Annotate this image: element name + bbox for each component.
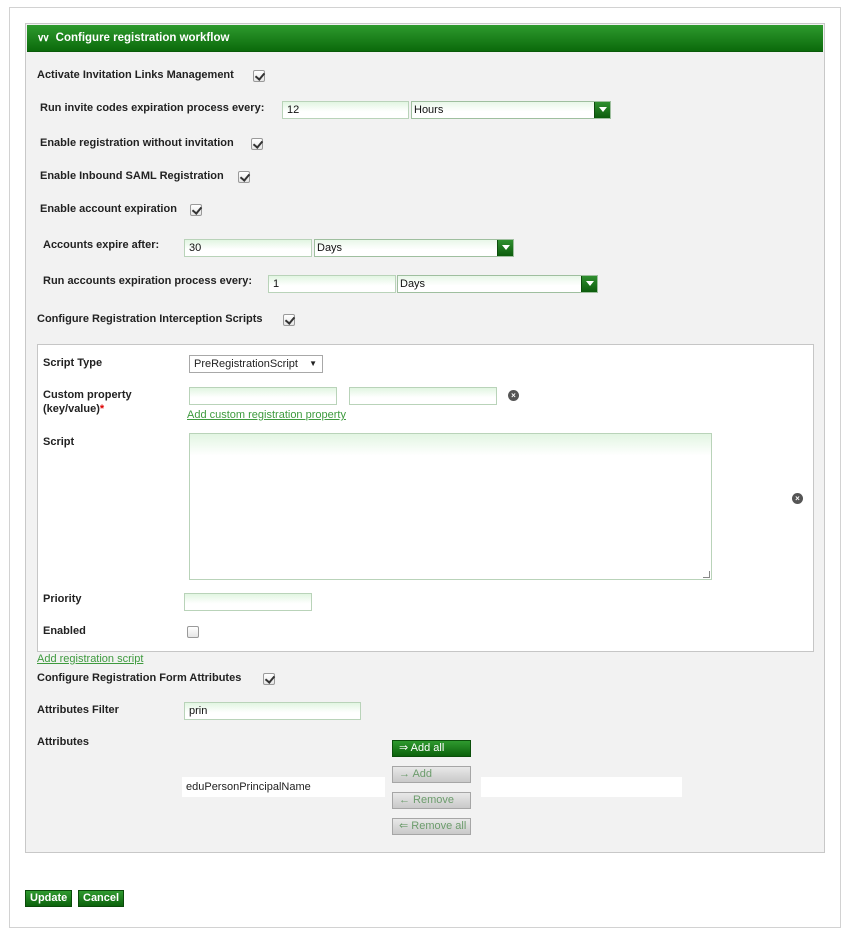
remove-property-icon[interactable]: × [508,390,519,401]
script-textarea[interactable] [189,433,712,580]
accounts-expire-unit-select[interactable]: Days [314,239,514,257]
attributes-filter-input[interactable] [184,702,361,720]
custom-property-label: Custom property [43,389,132,401]
custom-property-sub-text: (key/value) [43,403,100,415]
enabled-checkbox[interactable] [187,626,199,638]
panel-title: Configure registration workflow [55,32,230,44]
custom-property-key-input[interactable] [189,387,337,405]
remove-script-icon[interactable]: × [792,493,803,504]
selected-attributes-list[interactable] [481,777,682,797]
script-type-select[interactable]: PreRegistrationScript [189,355,323,373]
add-custom-property-link[interactable]: Add custom registration property [187,409,346,421]
account-expiration-label: Enable account expiration [40,203,177,215]
available-attributes-list[interactable]: eduPersonPrincipalName [182,777,385,797]
list-item[interactable]: eduPersonPrincipalName [186,781,311,793]
custom-property-value-input[interactable] [349,387,497,405]
inbound-saml-checkbox[interactable] [238,171,250,183]
add-button[interactable]: → Add [392,766,471,783]
add-all-button[interactable]: ⇒ Add all [392,740,471,757]
invite-expiration-label: Run invite codes expiration process ever… [40,102,265,114]
account-expiration-checkbox[interactable] [190,204,202,216]
remove-all-button[interactable]: ⇐ Remove all [392,818,471,835]
attributes-label: Attributes [37,736,89,748]
registration-workflow-panel: ∨∨ Configure registration workflow Activ… [25,23,825,853]
form-attributes-label: Configure Registration Form Attributes [37,672,242,684]
dropdown-arrow-icon[interactable] [594,102,610,118]
dropdown-arrow-icon[interactable] [581,276,597,292]
remove-button[interactable]: ← Remove [392,792,471,809]
attributes-filter-label: Attributes Filter [37,704,119,716]
interception-scripts-label: Configure Registration Interception Scri… [37,313,263,325]
accounts-process-label: Run accounts expiration process every: [43,275,253,287]
interception-scripts-checkbox[interactable] [283,314,295,326]
invite-expiration-unit-value: Hours [414,104,444,116]
dropdown-arrow-icon[interactable] [497,240,513,256]
add-registration-script-link[interactable]: Add registration script [37,653,143,665]
accounts-expire-input[interactable] [184,239,312,257]
accounts-process-input[interactable] [268,275,396,293]
reg-without-invitation-checkbox[interactable] [251,138,263,150]
page-container: ∨∨ Configure registration workflow Activ… [9,7,841,928]
invite-expiration-unit-select[interactable]: Hours [411,101,611,119]
activate-invitation-checkbox[interactable] [253,70,265,82]
form-attributes-checkbox[interactable] [263,673,275,685]
script-config-box: Script Type PreRegistrationScript Custom… [37,344,814,652]
priority-label: Priority [43,593,82,605]
accounts-expire-label: Accounts expire after: [43,239,160,251]
panel-header[interactable]: ∨∨ Configure registration workflow [27,25,823,52]
reg-without-invitation-label: Enable registration without invitation [40,137,234,149]
cancel-button[interactable]: Cancel [78,890,125,907]
collapse-chevron-icon[interactable]: ∨∨ [37,33,50,44]
accounts-expire-unit-value: Days [317,242,343,254]
invite-expiration-input[interactable] [282,101,409,119]
custom-property-sub-label: (key/value)* [43,403,104,415]
script-type-label: Script Type [43,357,103,369]
activate-invitation-label: Activate Invitation Links Management [37,69,234,81]
accounts-process-unit-select[interactable]: Days [397,275,598,293]
accounts-process-unit-value: Days [400,278,426,290]
inbound-saml-label: Enable Inbound SAML Registration [40,170,224,182]
priority-input[interactable] [184,593,312,611]
enabled-label: Enabled [43,625,86,637]
script-type-value: PreRegistrationScript [194,358,298,370]
update-button[interactable]: Update [25,890,73,907]
required-mark: * [99,403,105,415]
script-label: Script [43,436,75,448]
